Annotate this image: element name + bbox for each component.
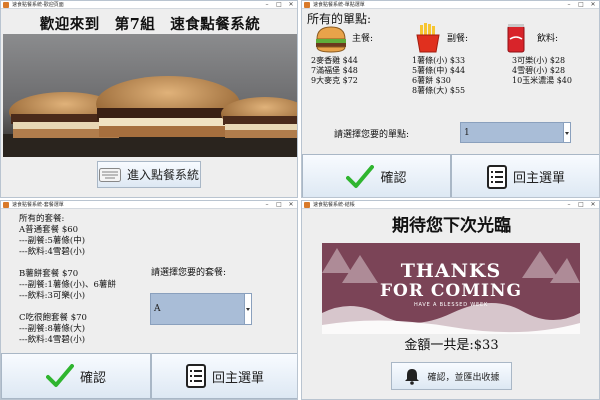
confirm-export-receipt-label: 確認，並匯出收據: [427, 372, 500, 383]
combo-line: C吃很飽套餐 $70: [19, 313, 87, 323]
chevron-down-icon[interactable]: [244, 294, 251, 324]
menu-item: 8薯條(大) $55: [412, 86, 466, 95]
maximize-icon[interactable]: □: [575, 201, 587, 209]
app-icon: [3, 2, 9, 8]
window-title: 速食點餐系統-結帳: [313, 202, 355, 208]
chevron-down-icon[interactable]: [563, 123, 570, 142]
confirm-export-receipt-button[interactable]: 確認，並匯出收據: [391, 362, 512, 390]
welcome-window: 速食點餐系統-歡迎頁面 – □ ✕ 歡迎來到 第7組 速食點餐系統 進入點餐系統: [0, 0, 298, 198]
app-icon: [304, 2, 310, 8]
welcome-titlebar[interactable]: 速食點餐系統-歡迎頁面 – □ ✕: [1, 1, 297, 9]
fries-icon: [416, 23, 440, 53]
combo-line: ---副餐:1薯條(小)、6薯餅: [19, 280, 116, 290]
confirm-button[interactable]: 確認: [302, 154, 451, 197]
combo-titlebar[interactable]: 速食點餐系統-套餐選單 – □ ✕: [1, 201, 297, 209]
menu-item: 9大麥克 $72: [311, 76, 358, 85]
app-icon: [3, 202, 9, 208]
banner-line-1: THANKS: [400, 260, 502, 282]
enter-system-button[interactable]: 進入點餐系統: [97, 161, 201, 188]
combo-line: A普通套餐 $60: [19, 225, 79, 235]
combo-line: ---飲料:4雪碧(小): [19, 335, 86, 345]
keyboard-icon: [98, 167, 121, 182]
bell-icon: [405, 369, 420, 385]
confirm-label: 確認: [380, 171, 407, 186]
maximize-icon[interactable]: □: [273, 201, 285, 209]
maximize-icon[interactable]: □: [575, 1, 587, 9]
minimize-icon[interactable]: –: [261, 201, 273, 209]
menu-item: 7滿福堡 $48: [311, 66, 358, 75]
minimize-icon[interactable]: –: [261, 1, 273, 9]
list-icon: [185, 364, 206, 388]
menu-item: 1薯條(小) $33: [412, 56, 466, 65]
burger-icon: [316, 26, 346, 53]
thanks-banner: THANKS FOR COMING HAVE A BLESSED WEEK: [322, 243, 580, 334]
window-controls: – □ ✕: [563, 1, 599, 9]
combo-select[interactable]: A: [150, 293, 252, 325]
window-title: 速食點餐系統-套餐選單: [12, 202, 64, 208]
close-icon[interactable]: ✕: [285, 1, 297, 9]
menu-item: 4雪碧(小) $28: [512, 66, 566, 75]
window-controls: – □ ✕: [563, 201, 599, 209]
single-select[interactable]: 1: [460, 122, 571, 143]
banner-line-2: FOR COMING: [379, 281, 523, 301]
combo-line: ---飲料:4雪碧(小): [19, 247, 86, 257]
maximize-icon[interactable]: □: [273, 1, 285, 9]
window-controls: – □ ✕: [261, 201, 297, 209]
app-icon: [304, 202, 310, 208]
minimize-icon[interactable]: –: [563, 1, 575, 9]
single-select-value: 1: [464, 127, 470, 138]
single-menu-window: 速食點餐系統-單點選單 – □ ✕ 所有的單點: 主餐: 2麥香雞 $44 7滿…: [301, 0, 600, 198]
burger-photo-image: [3, 34, 297, 157]
thanks-heading: 期待您下次光臨: [392, 216, 511, 236]
combo-line: ---副餐:5薯條(中): [19, 236, 86, 246]
category-side-label: 副餐:: [447, 34, 469, 44]
window-controls: – □ ✕: [261, 1, 297, 9]
checkmark-icon: [346, 164, 375, 188]
menu-item: 5薯條(中) $44: [412, 66, 466, 75]
menu-item: 6薯餅 $30: [412, 76, 451, 85]
close-icon[interactable]: ✕: [587, 1, 599, 9]
close-icon[interactable]: ✕: [587, 201, 599, 209]
back-to-main-label: 回主選單: [512, 171, 565, 186]
combo-prompt: 請選擇您要的套餐:: [151, 268, 227, 278]
welcome-heading: 歡迎來到 第7組 速食點餐系統: [39, 16, 261, 33]
confirm-button[interactable]: 確認: [1, 353, 151, 399]
enter-system-label: 進入點餐系統: [126, 168, 199, 182]
back-to-main-button[interactable]: 回主選單: [451, 154, 599, 197]
back-to-main-label: 回主選單: [211, 370, 264, 386]
confirm-label: 確認: [79, 370, 106, 386]
minimize-icon[interactable]: –: [563, 201, 575, 209]
combo-menu-window: 速食點餐系統-套餐選單 – □ ✕ 所有的套餐: A普通套餐 $60 ---副餐…: [0, 200, 298, 400]
window-title: 速食點餐系統-單點選單: [313, 2, 365, 8]
banner-line-3: HAVE A BLESSED WEEK: [413, 302, 489, 308]
checkmark-icon: [45, 364, 74, 387]
burger-photo: [3, 34, 297, 157]
menu-item: 10玉米濃湯 $40: [512, 76, 572, 85]
back-to-main-button[interactable]: 回主選單: [151, 353, 297, 399]
category-drink-label: 飲料:: [537, 34, 559, 44]
checkout-window: 速食點餐系統-結帳 – □ ✕ 期待您下次光臨 THANKS FOR COMIN…: [301, 200, 600, 400]
single-prompt: 請選擇您要的單點:: [334, 130, 410, 140]
combo-line: ---副餐:8薯條(大): [19, 324, 86, 334]
combo-line: B薯餅套餐 $70: [19, 269, 79, 279]
checkout-titlebar[interactable]: 速食點餐系統-結帳 – □ ✕: [302, 201, 599, 209]
list-icon: [486, 164, 507, 189]
window-title: 速食點餐系統-歡迎頁面: [12, 2, 64, 8]
close-icon[interactable]: ✕: [285, 201, 297, 209]
total-amount: 金額一共是:$33: [404, 338, 499, 353]
combo-line: ---飲料:3可樂(小): [19, 291, 86, 301]
combo-select-value: A: [154, 304, 161, 314]
single-titlebar[interactable]: 速食點餐系統-單點選單 – □ ✕: [302, 1, 599, 9]
menu-item: 2麥香雞 $44: [311, 56, 358, 65]
category-main-label: 主餐:: [352, 34, 374, 44]
cola-icon: [507, 24, 525, 53]
menu-item: 3可樂(小) $28: [512, 56, 566, 65]
combo-line: 所有的套餐:: [19, 214, 65, 224]
